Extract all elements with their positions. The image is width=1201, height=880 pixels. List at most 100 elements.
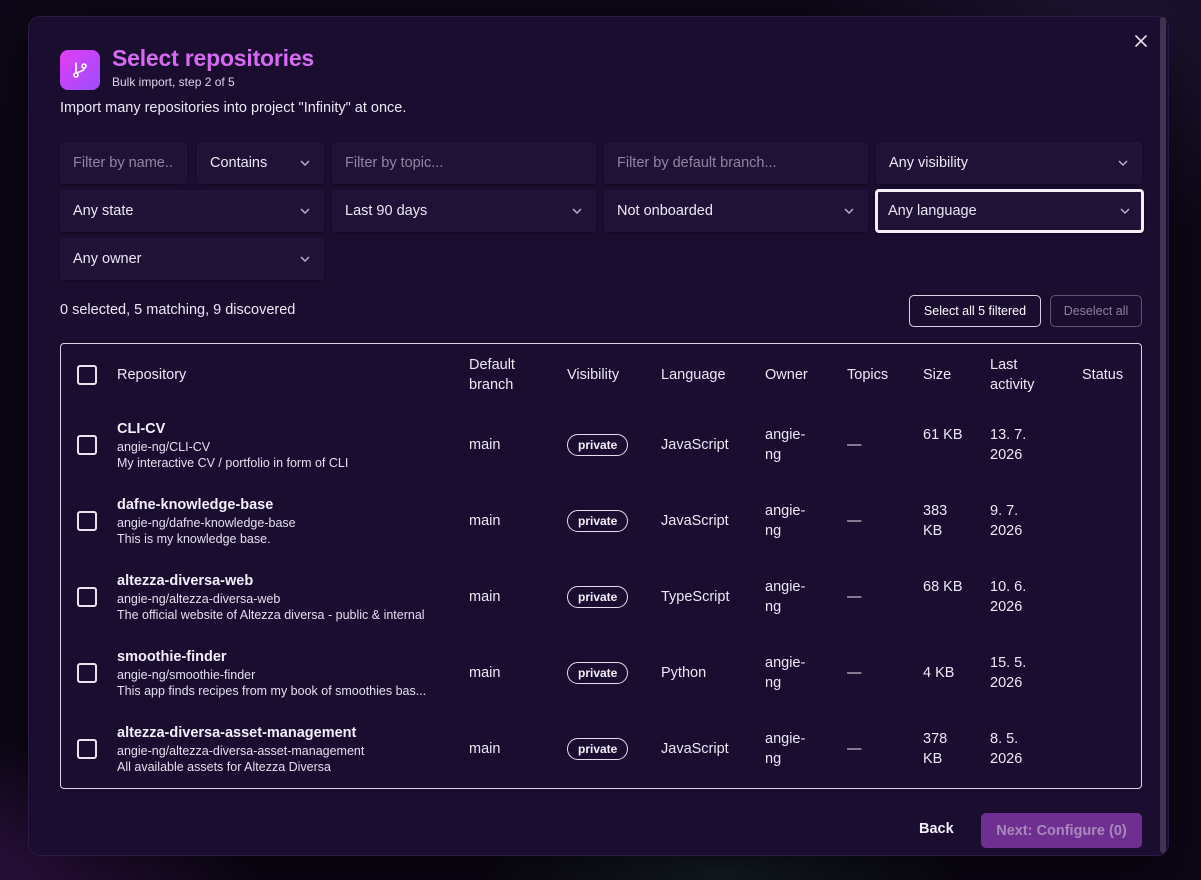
repo-topics: —: [847, 741, 862, 757]
language-select[interactable]: Any language: [875, 189, 1144, 233]
owner-value: Any owner: [73, 251, 142, 267]
state-select[interactable]: Any state: [60, 190, 324, 232]
repo-topics: —: [847, 665, 862, 681]
repo-topics: —: [847, 589, 862, 605]
chevron-down-icon: [1118, 160, 1128, 166]
visibility-badge: private: [567, 738, 629, 760]
repo-size: 4 KB: [923, 665, 955, 681]
repo-branch: main: [469, 665, 501, 681]
chevron-down-icon: [844, 208, 854, 214]
repo-last-activity: 10. 6. 2026: [990, 579, 1027, 615]
repo-description: All available assets for Altezza Diversa: [117, 760, 331, 774]
next-configure-button[interactable]: Next: Configure (0): [981, 813, 1142, 848]
back-button[interactable]: Back: [919, 821, 954, 837]
match-mode-select[interactable]: Contains: [197, 142, 324, 184]
column-header-language: Language: [661, 367, 726, 383]
repo-name: CLI-CV: [117, 421, 166, 437]
repo-language: JavaScript: [661, 437, 729, 453]
column-header-last-activity: Last activity: [990, 357, 1035, 393]
state-value: Any state: [73, 203, 134, 219]
repo-size: 378 KB: [923, 731, 948, 767]
topic-filter-field[interactable]: [332, 142, 596, 184]
repo-last-activity: 9. 7. 2026: [990, 503, 1023, 539]
repo-size: 383 KB: [923, 503, 948, 539]
visibility-badge: private: [567, 662, 629, 684]
select-all-filtered-button[interactable]: Select all 5 filtered: [909, 295, 1041, 327]
select-repositories-dialog: Select repositories Bulk import, step 2 …: [28, 16, 1169, 856]
repo-description: This app finds recipes from my book of s…: [117, 684, 427, 698]
repo-name: altezza-diversa-asset-management: [117, 725, 357, 741]
repo-path: angie-ng/dafne-knowledge-base: [117, 516, 296, 530]
deselect-all-button[interactable]: Deselect all: [1050, 295, 1142, 327]
onboarding-value: Not onboarded: [617, 203, 713, 219]
repo-language: TypeScript: [661, 589, 730, 605]
column-header-topics: Topics: [847, 367, 889, 383]
visibility-value: Any visibility: [889, 155, 968, 171]
row-checkbox[interactable]: [77, 663, 97, 683]
repo-owner: angie-ng: [765, 503, 806, 539]
repo-description: This is my knowledge base.: [117, 532, 271, 546]
close-icon: [1135, 35, 1147, 47]
branch-filter-field[interactable]: [604, 142, 868, 184]
dialog-title: Select repositories: [112, 45, 315, 71]
selection-summary: 0 selected, 5 matching, 9 discovered: [60, 302, 296, 318]
repo-name: altezza-diversa-web: [117, 573, 254, 589]
dialog-scrollbar[interactable]: [1160, 17, 1166, 853]
repo-branch: main: [469, 513, 501, 529]
repo-owner: angie-ng: [765, 655, 806, 691]
language-value: Any language: [888, 203, 977, 219]
close-button[interactable]: [1131, 31, 1151, 51]
repo-owner: angie-ng: [765, 579, 806, 615]
repo-path: angie-ng/altezza-diversa-asset-managemen…: [117, 744, 365, 758]
match-mode-value: Contains: [210, 155, 268, 171]
column-header-default-branch: Default branch: [469, 357, 515, 393]
visibility-select[interactable]: Any visibility: [876, 142, 1142, 184]
column-header-size: Size: [923, 367, 952, 383]
column-header-visibility: Visibility: [567, 367, 620, 383]
onboarding-select[interactable]: Not onboarded: [604, 190, 868, 232]
repo-path: angie-ng/altezza-diversa-web: [117, 592, 281, 606]
branch-filter-input[interactable]: [617, 155, 855, 171]
repository-table: Repository Default branch Visibility Lan…: [60, 343, 1142, 789]
repo-branch: main: [469, 741, 501, 757]
row-checkbox[interactable]: [77, 435, 97, 455]
repo-branch: main: [469, 437, 501, 453]
column-header-owner: Owner: [765, 367, 808, 383]
repo-description: The official website of Altezza diversa …: [117, 608, 425, 622]
name-filter-field[interactable]: [60, 142, 187, 184]
repo-size: 61 KB: [923, 427, 963, 443]
repo-owner: angie-ng: [765, 731, 806, 767]
visibility-badge: private: [567, 510, 629, 532]
row-checkbox[interactable]: [77, 511, 97, 531]
repo-name: smoothie-finder: [117, 649, 227, 665]
owner-select[interactable]: Any owner: [60, 238, 324, 280]
chevron-down-icon: [300, 256, 310, 262]
column-header-status: Status: [1082, 367, 1124, 383]
row-checkbox[interactable]: [77, 587, 97, 607]
chevron-down-icon: [572, 208, 582, 214]
repo-description: My interactive CV / portfolio in form of…: [117, 456, 349, 470]
dialog-description: Import many repositories into project "I…: [60, 100, 407, 116]
activity-select[interactable]: Last 90 days: [332, 190, 596, 232]
repo-path: angie-ng/CLI-CV: [117, 440, 211, 454]
repo-name: dafne-knowledge-base: [117, 497, 274, 513]
repo-topics: —: [847, 437, 862, 453]
git-branch-icon: [60, 50, 100, 90]
select-all-checkbox[interactable]: [77, 365, 97, 385]
visibility-badge: private: [567, 434, 629, 456]
repo-owner: angie-ng: [765, 427, 806, 463]
step-indicator: Bulk import, step 2 of 5: [112, 75, 235, 89]
repo-last-activity: 8. 5. 2026: [990, 731, 1023, 767]
visibility-badge: private: [567, 586, 629, 608]
repo-size: 68 KB: [923, 579, 963, 595]
repo-language: Python: [661, 665, 707, 681]
row-checkbox[interactable]: [77, 739, 97, 759]
repo-topics: —: [847, 513, 862, 529]
column-header-repository: Repository: [117, 367, 187, 383]
chevron-down-icon: [300, 208, 310, 214]
name-filter-input[interactable]: [73, 155, 174, 171]
topic-filter-input[interactable]: [345, 155, 583, 171]
chevron-down-icon: [300, 160, 310, 166]
repo-language: JavaScript: [661, 741, 729, 757]
repo-branch: main: [469, 589, 501, 605]
